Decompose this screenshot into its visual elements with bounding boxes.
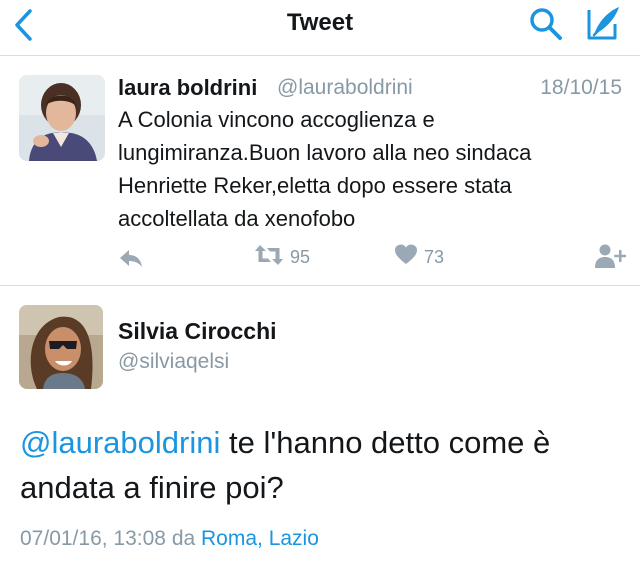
- follow-button[interactable]: [594, 243, 627, 274]
- tweet-meta: 07/01/16, 13:08 da Roma, Lazio: [20, 527, 319, 551]
- quoted-tweet[interactable]: laura boldrini @lauraboldrini 18/10/15 A…: [0, 57, 640, 286]
- add-user-icon: [594, 243, 627, 274]
- retweet-button[interactable]: 95: [254, 243, 310, 272]
- nav-bar: Tweet: [0, 0, 640, 56]
- author-name[interactable]: laura boldrini: [118, 75, 257, 101]
- tweet-text: @lauraboldrini te l'hanno detto come è a…: [20, 420, 620, 510]
- reply-button[interactable]: [118, 247, 144, 274]
- via-label: da: [171, 527, 196, 550]
- heart-icon: [394, 243, 418, 272]
- tweet-text: A Colonia vincono accoglienza e lungimir…: [118, 107, 532, 231]
- tweet-date: 18/10/15: [540, 76, 622, 99]
- like-count: 73: [424, 247, 445, 267]
- tweet-actions: 95 73: [0, 243, 640, 273]
- retweet-count: 95: [290, 247, 311, 267]
- compose-icon[interactable]: [583, 4, 623, 42]
- avatar[interactable]: [19, 305, 103, 389]
- mention-link[interactable]: @lauraboldrini: [20, 425, 220, 460]
- reply-icon: [118, 247, 144, 274]
- retweet-icon: [254, 243, 284, 272]
- author-name[interactable]: Silvia Cirocchi: [118, 318, 277, 345]
- like-button[interactable]: 73: [394, 243, 444, 272]
- location-link[interactable]: Roma, Lazio: [201, 527, 319, 550]
- search-icon[interactable]: [528, 5, 564, 41]
- author-handle[interactable]: @silviaqelsi: [118, 350, 229, 374]
- author-handle[interactable]: @lauraboldrini: [277, 76, 413, 100]
- tweet-timestamp: 07/01/16, 13:08: [20, 527, 166, 550]
- avatar[interactable]: [19, 75, 105, 161]
